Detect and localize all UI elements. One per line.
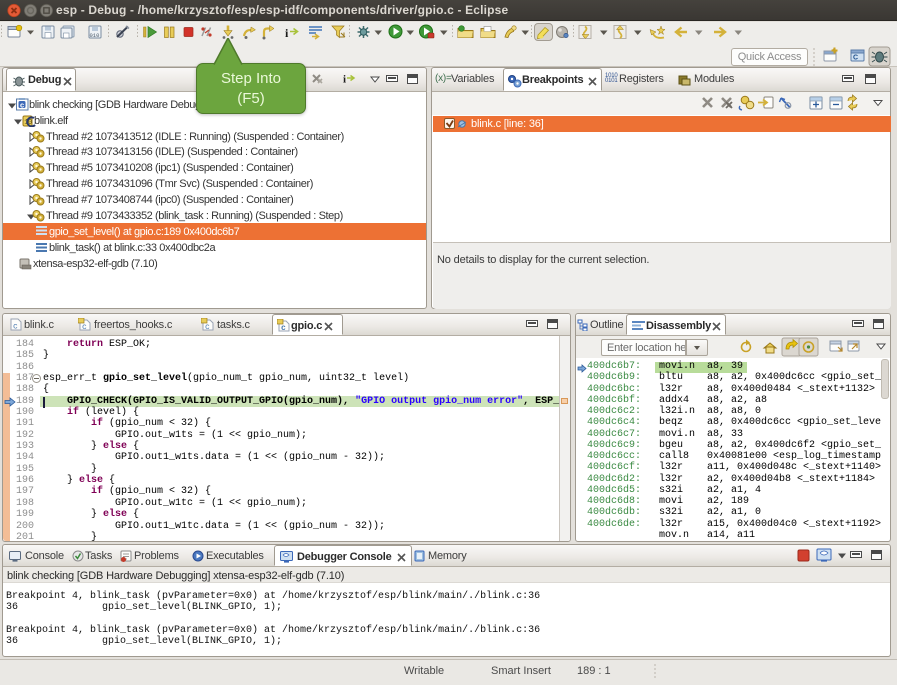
svg-text:c: c <box>13 323 18 332</box>
svg-text:c: c <box>20 101 24 110</box>
svg-text:c: c <box>205 323 210 331</box>
svg-text:010: 010 <box>90 32 100 39</box>
svg-text:c: c <box>82 323 87 331</box>
svg-text:i: i <box>285 26 289 40</box>
svg-text:i: i <box>343 74 346 86</box>
svg-text:c: c <box>281 324 286 332</box>
svg-text:C: C <box>853 55 858 62</box>
